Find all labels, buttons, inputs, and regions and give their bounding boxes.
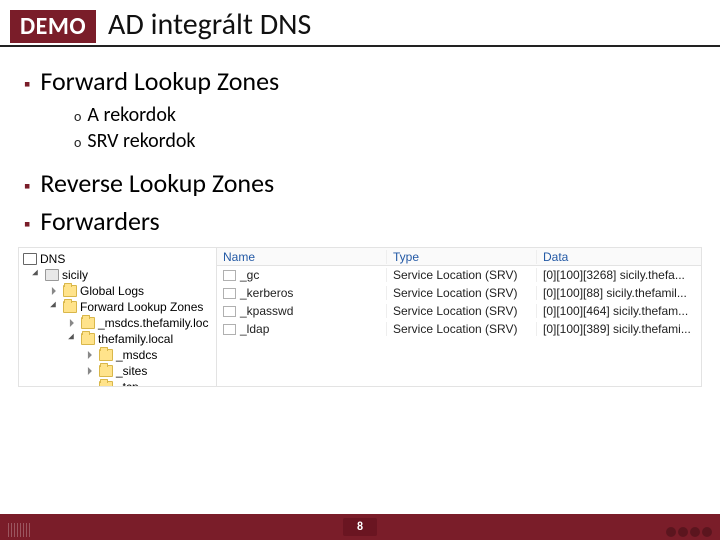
circle-icon bbox=[702, 527, 712, 537]
folder-icon bbox=[81, 317, 95, 329]
bullet-forward-lookup: ▪ Forward Lookup Zones bbox=[24, 65, 696, 97]
slide-body: ▪ Forward Lookup Zones oA rekordok oSRV … bbox=[0, 47, 720, 237]
bullet-text: Forwarders bbox=[40, 205, 159, 237]
demo-badge: DEMO bbox=[10, 10, 96, 43]
tree-zone-msdcs[interactable]: _msdcs.thefamily.loc bbox=[21, 315, 214, 331]
expander-open-icon[interactable] bbox=[32, 270, 43, 281]
folder-icon bbox=[63, 301, 77, 313]
expander-closed-icon[interactable] bbox=[88, 351, 95, 359]
folder-icon bbox=[99, 349, 113, 361]
list-row[interactable]: _kpasswd Service Location (SRV) [0][100]… bbox=[217, 302, 701, 320]
folder-icon bbox=[63, 285, 77, 297]
expander-closed-icon[interactable] bbox=[52, 287, 59, 295]
slide-footer: 8 bbox=[0, 514, 720, 540]
circle-icon bbox=[678, 527, 688, 537]
tree-sub-msdcs[interactable]: _msdcs bbox=[21, 347, 214, 363]
list-pane[interactable]: Name Type Data _gc Service Location (SRV… bbox=[217, 248, 701, 386]
tree-sub-tcp[interactable]: _tcp bbox=[21, 379, 214, 386]
record-icon bbox=[223, 288, 236, 299]
list-header-row[interactable]: Name Type Data bbox=[217, 248, 701, 266]
bullet-text: Forward Lookup Zones bbox=[40, 65, 279, 97]
list-row[interactable]: _kerberos Service Location (SRV) [0][100… bbox=[217, 284, 701, 302]
record-icon bbox=[223, 270, 236, 281]
bullet-forwarders: ▪ Forwarders bbox=[24, 205, 696, 237]
list-row[interactable]: _ldap Service Location (SRV) [0][100][38… bbox=[217, 320, 701, 338]
footer-left-logo bbox=[8, 523, 30, 537]
tree-flz[interactable]: Forward Lookup Zones bbox=[21, 299, 214, 315]
bullet-marker-icon: ▪ bbox=[24, 213, 30, 235]
server-icon bbox=[45, 269, 59, 281]
expander-closed-icon[interactable] bbox=[70, 319, 77, 327]
bullet-marker-icon: ▪ bbox=[24, 73, 30, 95]
list-row[interactable]: _gc Service Location (SRV) [0][100][3268… bbox=[217, 266, 701, 284]
building-icon bbox=[8, 523, 30, 537]
dns-manager-screenshot: DNS sicily Global Logs Forward Lookup Zo… bbox=[18, 247, 702, 387]
bullet-marker-icon: ▪ bbox=[24, 175, 30, 197]
slide-header: DEMO AD integrált DNS bbox=[0, 0, 720, 47]
subbullet-marker-icon: o bbox=[74, 134, 81, 151]
slide-title: AD integrált DNS bbox=[108, 6, 311, 43]
record-icon bbox=[223, 306, 236, 317]
column-header-data[interactable]: Data bbox=[537, 250, 701, 264]
folder-icon bbox=[99, 381, 113, 386]
circle-icon bbox=[666, 527, 676, 537]
column-header-name[interactable]: Name bbox=[217, 250, 387, 264]
column-header-type[interactable]: Type bbox=[387, 250, 537, 264]
expander-closed-icon[interactable] bbox=[88, 367, 95, 375]
tree-sub-sites[interactable]: _sites bbox=[21, 363, 214, 379]
dns-icon bbox=[23, 253, 37, 265]
tree-root-dns[interactable]: DNS bbox=[21, 251, 214, 267]
page-number: 8 bbox=[343, 518, 377, 536]
folder-icon bbox=[81, 333, 95, 345]
bullet-reverse-lookup: ▪ Reverse Lookup Zones bbox=[24, 167, 696, 199]
tree-pane[interactable]: DNS sicily Global Logs Forward Lookup Zo… bbox=[19, 248, 217, 386]
bullet-text: Reverse Lookup Zones bbox=[40, 167, 274, 199]
folder-icon bbox=[99, 365, 113, 377]
expander-spacer bbox=[87, 383, 96, 387]
footer-right-logo bbox=[666, 527, 712, 537]
expander-open-icon[interactable] bbox=[50, 302, 61, 313]
expander-open-icon[interactable] bbox=[68, 334, 79, 345]
subbullet-srv-records: oSRV rekordok bbox=[74, 129, 696, 153]
tree-global-logs[interactable]: Global Logs bbox=[21, 283, 214, 299]
tree-server[interactable]: sicily bbox=[21, 267, 214, 283]
subbullet-marker-icon: o bbox=[74, 108, 81, 125]
subbullet-a-records: oA rekordok bbox=[74, 103, 696, 127]
tree-zone-thefamily[interactable]: thefamily.local bbox=[21, 331, 214, 347]
record-icon bbox=[223, 324, 236, 335]
circle-icon bbox=[690, 527, 700, 537]
